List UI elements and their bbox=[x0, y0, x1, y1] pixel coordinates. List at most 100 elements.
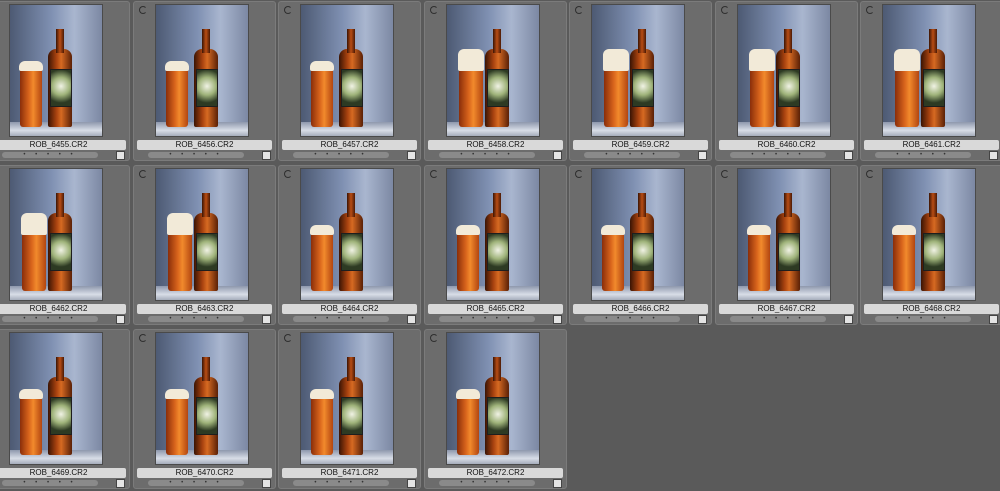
rating-stars[interactable]: • • • • • bbox=[875, 152, 971, 158]
bottle-neck bbox=[493, 357, 501, 381]
beer-bottle bbox=[339, 357, 363, 455]
rating-stars[interactable]: • • • • • bbox=[439, 316, 535, 322]
photo-thumbnail[interactable] bbox=[301, 169, 393, 300]
pick-flag-icon[interactable] bbox=[989, 151, 998, 160]
photo-thumbnail[interactable] bbox=[301, 5, 393, 136]
thumbnail-cell[interactable]: ROB_6471.CR2 • • • • • bbox=[278, 329, 421, 489]
beer-foam bbox=[747, 225, 771, 235]
pick-flag-icon[interactable] bbox=[844, 151, 853, 160]
bottle-neck bbox=[202, 193, 210, 217]
sync-badge-icon bbox=[0, 334, 1, 342]
pick-flag-icon[interactable] bbox=[116, 151, 125, 160]
thumbnail-cell[interactable]: ROB_6465.CR2 • • • • • bbox=[424, 165, 567, 325]
beer-glass bbox=[458, 49, 484, 127]
sync-badge-icon bbox=[575, 6, 583, 14]
thumbnail-filename: ROB_6469.CR2 bbox=[0, 468, 126, 478]
rating-stars[interactable]: • • • • • bbox=[875, 316, 971, 322]
photo-thumbnail[interactable] bbox=[447, 333, 539, 464]
photo-thumbnail[interactable] bbox=[738, 169, 830, 300]
thumbnail-cell[interactable]: ROB_6472.CR2 • • • • • bbox=[424, 329, 567, 489]
rating-stars[interactable]: • • • • • bbox=[2, 316, 98, 322]
photo-thumbnail[interactable] bbox=[592, 169, 684, 300]
thumbnail-cell[interactable]: ROB_6460.CR2 • • • • • bbox=[715, 1, 858, 161]
photo-thumbnail[interactable] bbox=[156, 333, 248, 464]
thumbnail-cell[interactable]: ROB_6467.CR2 • • • • • bbox=[715, 165, 858, 325]
photo-thumbnail[interactable] bbox=[883, 5, 975, 136]
pick-flag-icon[interactable] bbox=[262, 315, 271, 324]
beer-bottle bbox=[194, 29, 218, 127]
rating-stars[interactable]: • • • • • bbox=[148, 316, 244, 322]
photo-thumbnail[interactable] bbox=[447, 5, 539, 136]
rating-stars[interactable]: • • • • • bbox=[293, 316, 389, 322]
bottle-label bbox=[487, 233, 509, 271]
bottle-label bbox=[341, 69, 363, 107]
sync-badge-icon bbox=[0, 6, 1, 14]
sync-badge-icon bbox=[721, 170, 729, 178]
pick-flag-icon[interactable] bbox=[407, 151, 416, 160]
pick-flag-icon[interactable] bbox=[553, 315, 562, 324]
pick-flag-icon[interactable] bbox=[262, 151, 271, 160]
rating-stars[interactable]: • • • • • bbox=[584, 316, 680, 322]
rating-stars[interactable]: • • • • • bbox=[2, 152, 98, 158]
photo-thumbnail[interactable] bbox=[738, 5, 830, 136]
thumbnail-cell[interactable]: ROB_6457.CR2 • • • • • bbox=[278, 1, 421, 161]
beer-glass bbox=[165, 389, 189, 455]
photo-thumbnail[interactable] bbox=[10, 169, 102, 300]
thumbnail-cell[interactable]: ROB_6464.CR2 • • • • • bbox=[278, 165, 421, 325]
photo-thumbnail[interactable] bbox=[883, 169, 975, 300]
pick-flag-icon[interactable] bbox=[698, 151, 707, 160]
photo-thumbnail[interactable] bbox=[10, 5, 102, 136]
pick-flag-icon[interactable] bbox=[116, 479, 125, 488]
pick-flag-icon[interactable] bbox=[553, 151, 562, 160]
bottle-neck bbox=[929, 193, 937, 217]
photo-thumbnail[interactable] bbox=[447, 169, 539, 300]
rating-stars[interactable]: • • • • • bbox=[439, 480, 535, 486]
pick-flag-icon[interactable] bbox=[698, 315, 707, 324]
photo-thumbnail[interactable] bbox=[592, 5, 684, 136]
thumbnail-cell[interactable]: ROB_6456.CR2 • • • • • bbox=[133, 1, 276, 161]
thumbnail-cell[interactable]: ROB_6463.CR2 • • • • • bbox=[133, 165, 276, 325]
pick-flag-icon[interactable] bbox=[262, 479, 271, 488]
beer-glass bbox=[310, 389, 334, 455]
rating-stars[interactable]: • • • • • bbox=[148, 480, 244, 486]
beer-glass bbox=[310, 225, 334, 291]
photo-thumbnail[interactable] bbox=[10, 333, 102, 464]
thumbnail-filename: ROB_6472.CR2 bbox=[428, 468, 563, 478]
rating-stars[interactable]: • • • • • bbox=[730, 152, 826, 158]
thumbnail-cell[interactable]: ROB_6458.CR2 • • • • • bbox=[424, 1, 567, 161]
rating-stars[interactable]: • • • • • bbox=[293, 480, 389, 486]
bottle-label bbox=[196, 69, 218, 107]
thumbnail-cell[interactable]: ROB_6459.CR2 • • • • • bbox=[569, 1, 712, 161]
bottle-label bbox=[341, 397, 363, 435]
photo-thumbnail[interactable] bbox=[156, 5, 248, 136]
rating-stars[interactable]: • • • • • bbox=[2, 480, 98, 486]
photo-thumbnail[interactable] bbox=[301, 333, 393, 464]
beer-foam bbox=[165, 389, 189, 399]
photo-thumbnail[interactable] bbox=[156, 169, 248, 300]
pick-flag-icon[interactable] bbox=[989, 315, 998, 324]
beer-bottle bbox=[48, 193, 72, 291]
bottle-label bbox=[778, 233, 800, 271]
pick-flag-icon[interactable] bbox=[553, 479, 562, 488]
rating-stars[interactable]: • • • • • bbox=[293, 152, 389, 158]
beer-foam bbox=[749, 49, 775, 71]
thumbnail-cell[interactable]: ROB_6470.CR2 • • • • • bbox=[133, 329, 276, 489]
pick-flag-icon[interactable] bbox=[407, 315, 416, 324]
thumbnail-cell[interactable]: ROB_6468.CR2 • • • • • bbox=[860, 165, 1000, 325]
thumbnail-cell[interactable]: ROB_6469.CR2 • • • • • bbox=[0, 329, 130, 489]
bottle-neck bbox=[56, 29, 64, 53]
pick-flag-icon[interactable] bbox=[407, 479, 416, 488]
thumbnail-cell[interactable]: ROB_6462.CR2 • • • • • bbox=[0, 165, 130, 325]
thumbnail-cell[interactable]: ROB_6455.CR2 • • • • • bbox=[0, 1, 130, 161]
thumbnail-cell[interactable]: ROB_6461.CR2 • • • • • bbox=[860, 1, 1000, 161]
rating-stars[interactable]: • • • • • bbox=[730, 316, 826, 322]
beer-bottle bbox=[485, 357, 509, 455]
pick-flag-icon[interactable] bbox=[844, 315, 853, 324]
pick-flag-icon[interactable] bbox=[116, 315, 125, 324]
rating-stars[interactable]: • • • • • bbox=[439, 152, 535, 158]
thumbnail-cell[interactable]: ROB_6466.CR2 • • • • • bbox=[569, 165, 712, 325]
beer-foam bbox=[19, 389, 43, 399]
rating-stars[interactable]: • • • • • bbox=[148, 152, 244, 158]
rating-stars[interactable]: • • • • • bbox=[584, 152, 680, 158]
beer-bottle bbox=[921, 29, 945, 127]
